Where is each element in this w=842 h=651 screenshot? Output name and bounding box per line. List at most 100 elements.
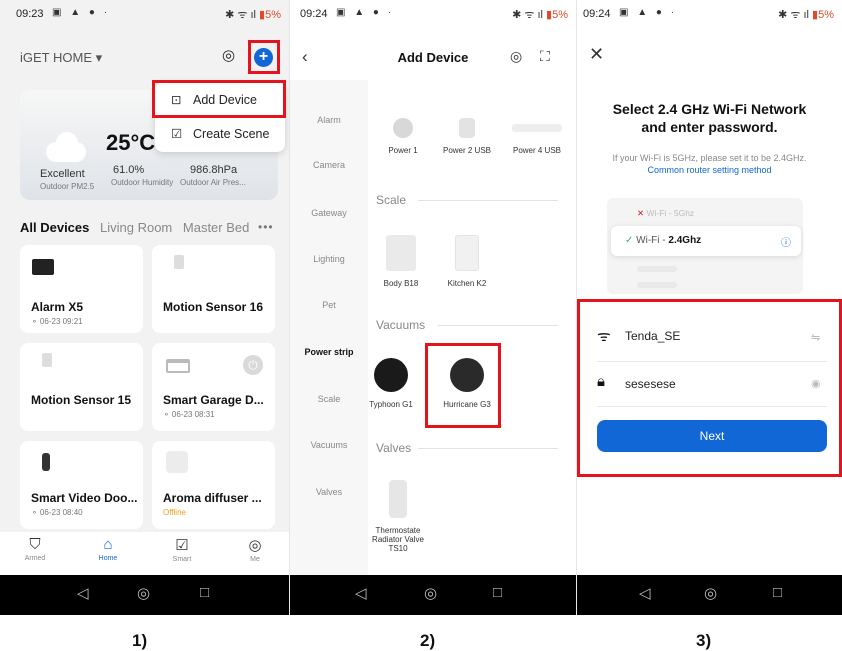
battery-icon: ▮5% xyxy=(259,9,281,21)
kitchen-scale-image xyxy=(455,235,479,271)
device-name: Aroma diffuser ... xyxy=(163,491,262,505)
home-selector[interactable]: iGET HOME ▾ xyxy=(20,50,102,66)
signal-icon: ✱ ᯤ ıl xyxy=(778,9,809,21)
product-power-2-usb[interactable]: Power 2 USB xyxy=(436,118,498,155)
category-sidebar xyxy=(290,80,368,575)
product-label: Typhoon G1 xyxy=(369,400,413,409)
device-status: ⚬ 06-23 09:21 xyxy=(31,317,83,326)
section-divider xyxy=(438,325,558,326)
screen-wifi: 09:24 ▣ ▲ ● · ✱ ᯤ ıl ▮5% ✕ Select 2.4 GH… xyxy=(576,0,842,615)
back-icon[interactable]: ◁ xyxy=(639,584,651,602)
home-icon: ⌂ xyxy=(103,536,113,553)
qr-scan-icon[interactable]: ⛶ xyxy=(540,48,550,65)
device-card[interactable]: Motion Sensor 15 xyxy=(20,343,143,431)
category-gateway[interactable]: Gateway xyxy=(290,208,368,218)
back-icon[interactable]: ◁ xyxy=(77,584,89,602)
category-vacuums[interactable]: Vacuums xyxy=(290,440,368,450)
sensor-device-image xyxy=(42,353,52,367)
device-name: Smart Video Doo... xyxy=(31,491,138,505)
wifi-24-prefix: Wi-Fi - xyxy=(636,235,669,246)
section-divider xyxy=(418,448,558,449)
category-alarm[interactable]: Alarm xyxy=(290,115,368,125)
product-body-b18[interactable]: Body B18 xyxy=(370,235,432,288)
nav-me[interactable]: ◎ Me xyxy=(230,536,280,563)
home-button-icon[interactable]: ◎ xyxy=(704,584,717,602)
category-pet[interactable]: Pet xyxy=(290,300,368,310)
category-power-strip[interactable]: Power strip xyxy=(290,347,368,357)
product-label: Body B18 xyxy=(383,279,419,288)
battery-icon: ▮5% xyxy=(546,9,568,21)
category-lighting[interactable]: Lighting xyxy=(290,254,368,264)
close-icon[interactable]: ✕ xyxy=(589,44,604,65)
page-title: Add Device xyxy=(397,50,469,65)
notification-icons: ▣ ▲ ● · xyxy=(52,7,111,18)
device-card[interactable]: ⏻ Smart Garage D... ⚬ 06-23 08:31 xyxy=(152,343,275,431)
product-power-4-usb[interactable]: Power 4 USB xyxy=(506,118,568,155)
tab-all-devices[interactable]: All Devices xyxy=(20,220,89,235)
power-icon[interactable]: ⏻ xyxy=(243,355,263,375)
home-button-icon[interactable]: ◎ xyxy=(424,584,437,602)
check-icon: ✓ xyxy=(625,235,637,246)
product-label: Kitchen K2 xyxy=(447,279,487,288)
nav-armed[interactable]: ⛉ Armed xyxy=(10,536,60,562)
signal-icon: ✱ ᯤ ıl xyxy=(225,9,256,21)
sensor-device-image xyxy=(174,255,184,269)
wifi-5g-label: Wi-Fi - 5Ghz xyxy=(646,208,695,218)
product-power-1[interactable]: Power 1 xyxy=(372,118,434,155)
nav-label: Armed xyxy=(24,555,46,562)
device-card[interactable]: Motion Sensor 16 xyxy=(152,245,275,333)
status-right: ✱ ᯤ ıl ▮5% xyxy=(512,7,568,22)
product-label: Power 1 xyxy=(388,146,418,155)
typhoon-vacuum-image xyxy=(374,358,408,392)
device-card[interactable]: Alarm X5 ⚬ 06-23 09:21 xyxy=(20,245,143,333)
status-bar: 09:23 ▣ ▲ ● · ✱ ᯤ ıl ▮5% xyxy=(0,0,289,28)
recents-icon[interactable]: □ xyxy=(773,584,782,601)
product-typhoon-g1[interactable]: Typhoon G1 xyxy=(360,358,422,409)
scan-icon[interactable]: ◎ xyxy=(510,48,522,65)
screen-add-device: 09:24 ▣ ▲ ● · ✱ ᯤ ıl ▮5% ‹ Add Device ◎ … xyxy=(289,0,576,615)
device-name: Motion Sensor 16 xyxy=(163,300,264,314)
highlight-add-device xyxy=(152,80,286,118)
device-card[interactable]: Aroma diffuser ... Offline xyxy=(152,441,275,529)
device-name: Motion Sensor 15 xyxy=(31,393,132,407)
cloud-icon xyxy=(46,132,86,162)
stage: 09:23 ▣ ▲ ● · ✱ ᯤ ıl ▮5% iGET HOME ▾ ◎ +… xyxy=(0,0,842,651)
hint-text: If your Wi-Fi is 5GHz, please set it to … xyxy=(612,153,807,163)
system-nav-bar: ◁ ◎ □ xyxy=(0,575,289,615)
product-kitchen-k2[interactable]: Kitchen K2 xyxy=(436,235,498,288)
home-button-icon[interactable]: ◎ xyxy=(137,584,150,602)
status-time: 09:24 xyxy=(583,8,611,20)
status-right: ✱ ᯤ ıl ▮5% xyxy=(225,7,281,22)
power-1-image xyxy=(393,118,413,138)
category-valves[interactable]: Valves xyxy=(290,487,368,497)
product-ts10[interactable]: Thermostate Radiator Valve TS10 xyxy=(370,480,426,553)
notification-icons: ▣ ▲ ● · xyxy=(336,7,395,18)
system-nav-bar: ◁ ◎ □ xyxy=(577,575,842,615)
recents-icon[interactable]: □ xyxy=(493,584,502,601)
doorbell-device-image xyxy=(42,453,50,471)
placeholder-bar xyxy=(637,282,677,288)
nav-home[interactable]: ⌂ Home xyxy=(83,536,133,562)
device-card[interactable]: Smart Video Doo... ⚬ 06-23 08:40 xyxy=(20,441,143,529)
status-time: 09:23 xyxy=(16,8,44,20)
garage-device-image xyxy=(166,359,190,373)
nav-smart[interactable]: ☑ Smart xyxy=(157,536,207,563)
pressure: 986.8hPa xyxy=(190,164,238,176)
product-label: Power 4 USB xyxy=(512,146,562,155)
category-scale[interactable]: Scale xyxy=(290,394,368,404)
router-method-link[interactable]: Common router setting method xyxy=(577,165,842,175)
power-4-usb-image xyxy=(512,124,562,132)
more-icon[interactable]: ••• xyxy=(258,220,274,234)
device-name: Alarm X5 xyxy=(31,300,84,314)
notification-icons: ▣ ▲ ● · xyxy=(619,7,678,18)
scan-icon[interactable]: ◎ xyxy=(222,46,235,64)
tab-living-room[interactable]: Living Room xyxy=(100,220,172,235)
back-icon[interactable]: ◁ xyxy=(355,584,367,602)
tab-master-bed[interactable]: Master Bed xyxy=(183,220,249,235)
recents-icon[interactable]: □ xyxy=(200,584,209,601)
page-heading: Select 2.4 GHz Wi-Fi Network and enter p… xyxy=(577,100,842,136)
device-status: ⚬ 06-23 08:31 xyxy=(163,410,215,419)
device-status: ⚬ 06-23 08:40 xyxy=(31,508,83,517)
category-camera[interactable]: Camera xyxy=(290,160,368,170)
menu-create-scene[interactable]: ☑ Create Scene xyxy=(171,126,269,141)
